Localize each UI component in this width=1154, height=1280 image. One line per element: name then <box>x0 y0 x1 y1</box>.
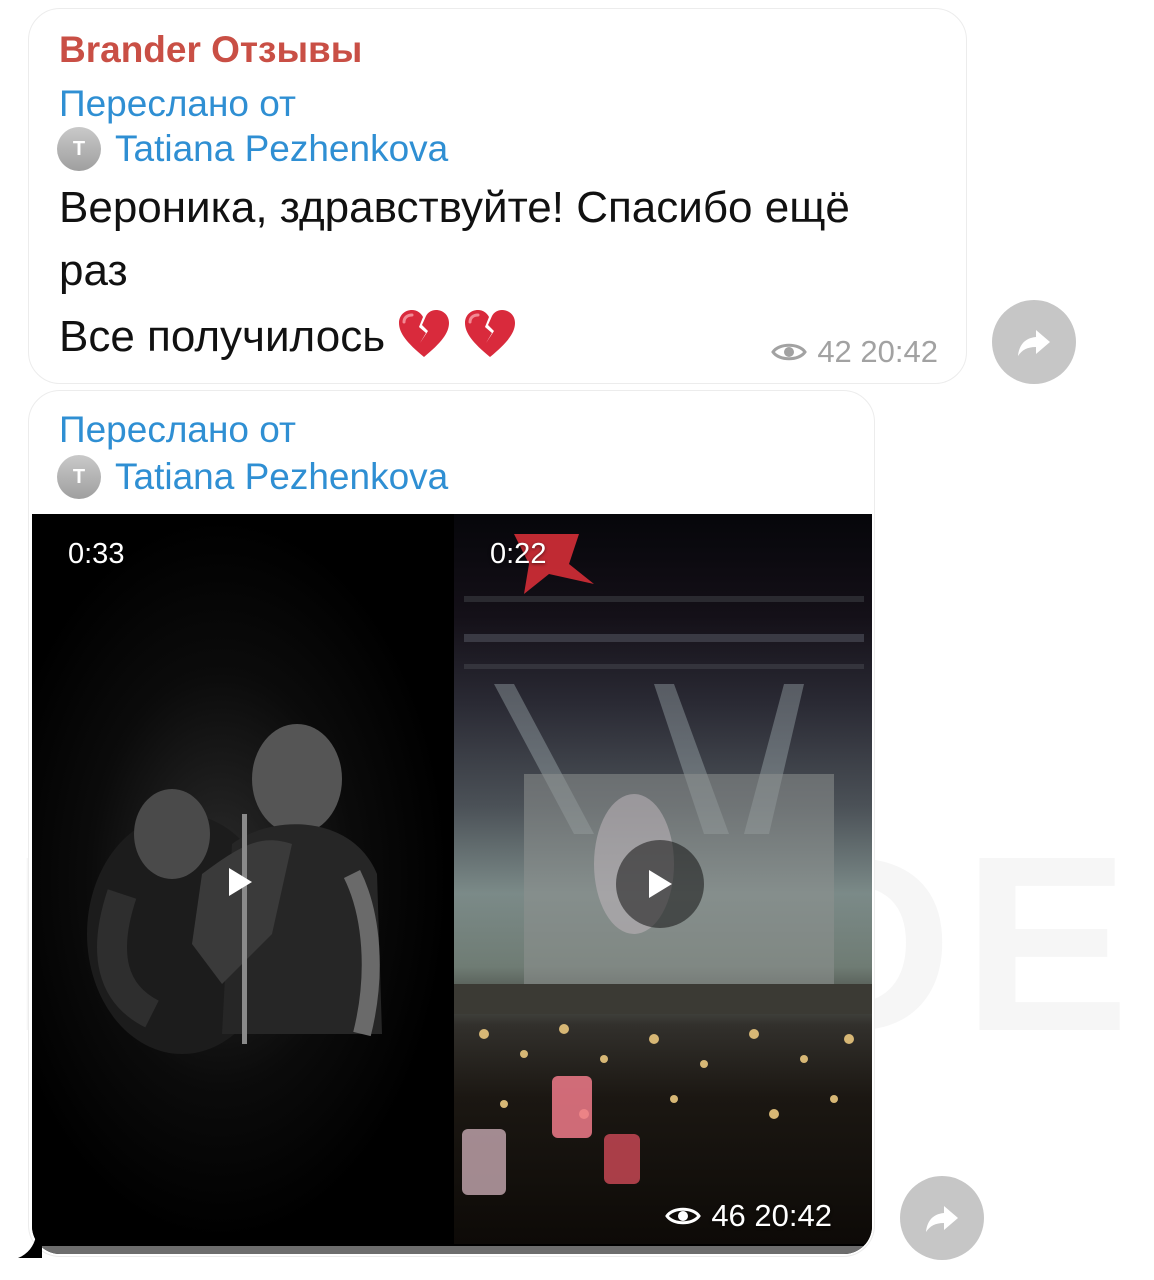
play-button[interactable] <box>222 862 258 902</box>
message-text: Все получилось <box>59 312 386 361</box>
eye-icon <box>665 1207 702 1225</box>
share-button[interactable] <box>900 1176 984 1260</box>
bubble-tail <box>18 1236 42 1258</box>
play-icon <box>649 870 672 898</box>
message-bubble[interactable]: Brander Отзывы Переслано от T Tatiana Pe… <box>28 8 967 384</box>
message-time: 20:42 <box>754 1198 832 1233</box>
share-arrow-icon <box>926 1206 958 1232</box>
video-duration: 0:33 <box>68 538 125 570</box>
message-meta: 42 20:42 <box>771 334 938 370</box>
message-bubble[interactable]: Переслано от T Tatiana Pezhenkova 0:33 0… <box>28 390 875 1257</box>
play-button[interactable] <box>616 840 704 928</box>
broken-heart-icon <box>465 310 516 357</box>
forwarded-label: Переслано от <box>59 83 296 124</box>
message-time: 20:42 <box>860 334 938 369</box>
message-text-line: Вероника, здравствуйте! Спасибо ещё <box>59 183 850 232</box>
forwarded-label: Переслано от <box>59 409 296 450</box>
chat-canvas: BRANDER Brander Отзывы Переслано от T Ta… <box>0 0 1154 1280</box>
eye-icon <box>771 343 808 361</box>
sender-name[interactable]: Brander Отзывы <box>59 29 362 71</box>
view-count: 42 <box>817 334 852 369</box>
media-progress-bar <box>32 1246 872 1254</box>
message-meta: 46 20:42 <box>665 1198 832 1234</box>
video-thumbnail[interactable]: 0:22 <box>454 514 872 1244</box>
forwarded-from[interactable]: T Tatiana Pezhenkova <box>57 455 448 499</box>
play-icon <box>229 868 252 896</box>
message-text-line: раз <box>59 246 128 295</box>
forwarded-from[interactable]: T Tatiana Pezhenkova <box>57 127 448 171</box>
share-button[interactable] <box>992 300 1076 384</box>
view-count: 46 <box>711 1198 746 1233</box>
avatar[interactable]: T <box>57 455 101 499</box>
forwarded-from-name[interactable]: Tatiana Pezhenkova <box>115 456 448 498</box>
video-thumbnail[interactable]: 0:33 <box>32 514 451 1244</box>
share-arrow-icon <box>1018 330 1050 356</box>
broken-heart-icon <box>399 310 450 357</box>
media-album: 0:33 0:22 46 20:42 <box>32 514 872 1254</box>
video-duration: 0:22 <box>490 538 547 570</box>
avatar[interactable]: T <box>57 127 101 171</box>
forwarded-from-name[interactable]: Tatiana Pezhenkova <box>115 128 448 170</box>
venue-sign <box>464 596 864 602</box>
message-text-line: Все получилось <box>59 309 517 362</box>
